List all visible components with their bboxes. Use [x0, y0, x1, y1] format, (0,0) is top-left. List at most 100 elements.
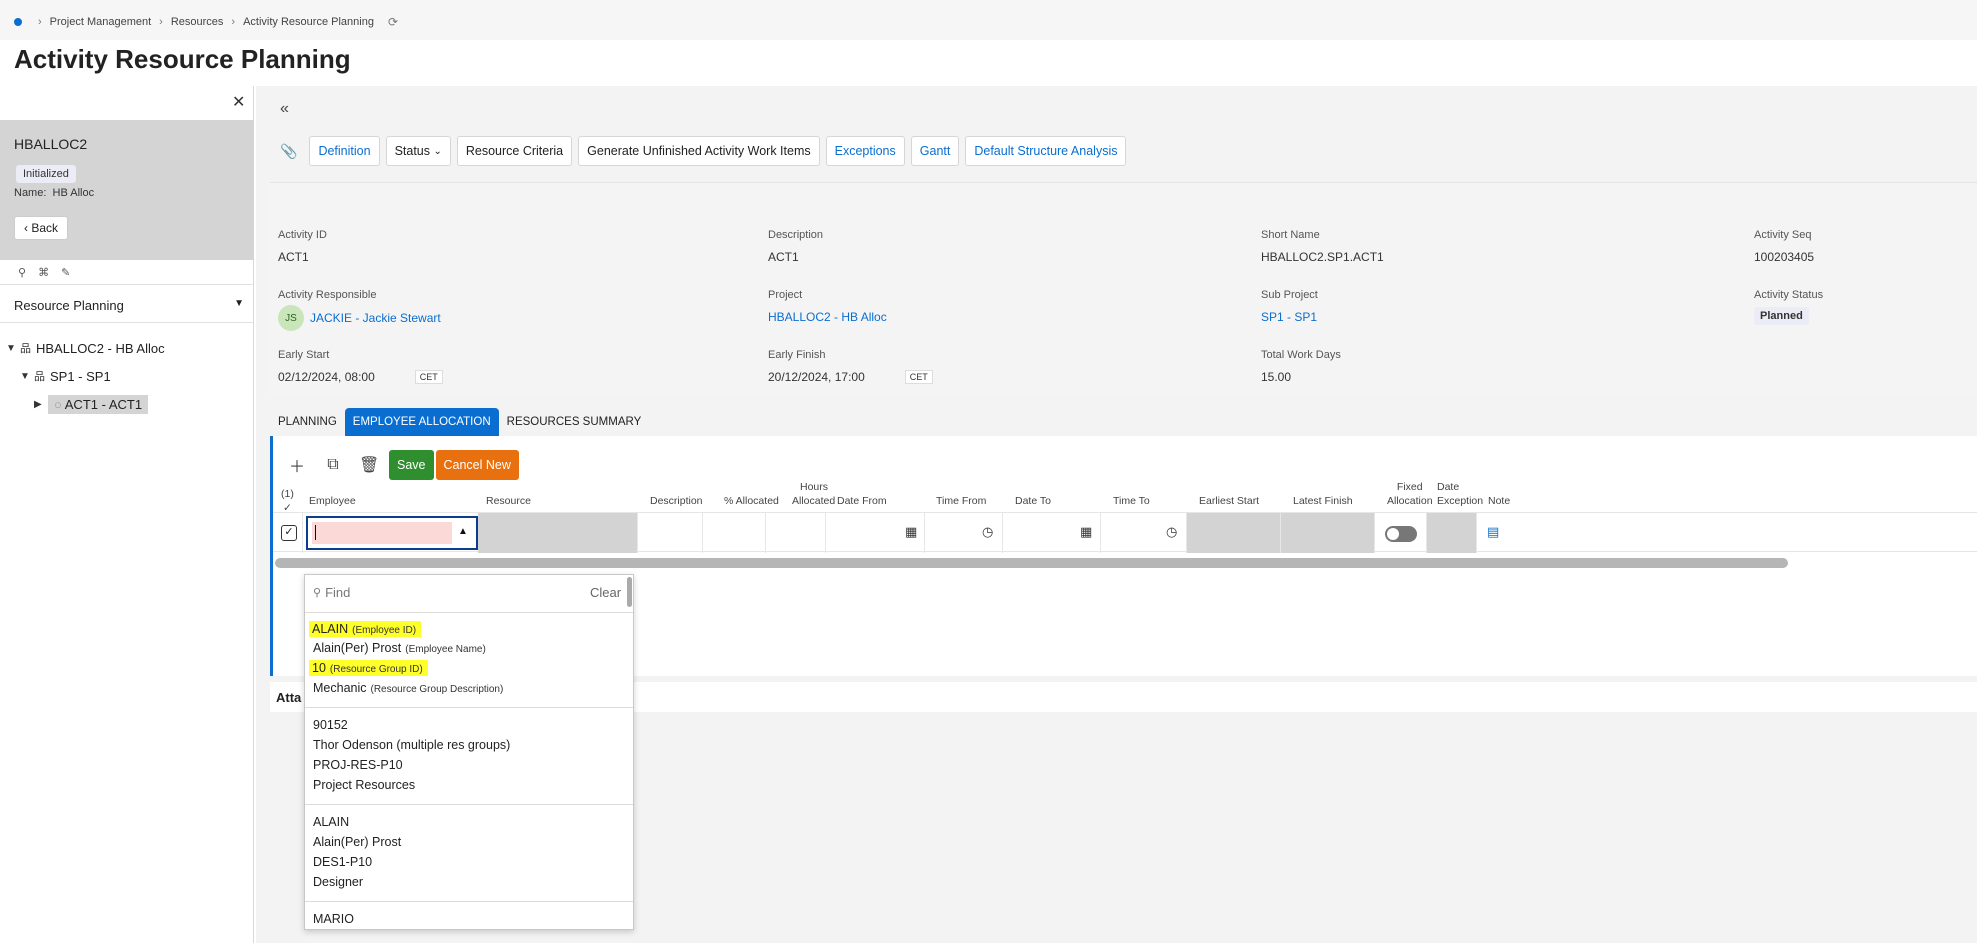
field-value: ACT1	[278, 250, 309, 264]
expand-icon[interactable]: ⌘	[38, 266, 49, 279]
col-header-earliest-start[interactable]: Earliest Start	[1199, 494, 1259, 508]
tab-resources-summary[interactable]: RESOURCES SUMMARY	[499, 408, 650, 436]
chevron-right-icon: ›	[159, 16, 163, 28]
status-menu-button[interactable]: Status ⌄	[385, 136, 451, 166]
tree-node-activity[interactable]: ▶ ○ ACT1 - ACT1	[6, 390, 165, 418]
col-header-date-exception[interactable]: Date Exception	[1437, 480, 1483, 508]
list-item-line: Mechanic (Resource Group Description)	[313, 681, 503, 695]
view-select[interactable]: Resource Planning ▼	[14, 298, 244, 313]
row-select-cell[interactable]: ✓	[273, 513, 303, 553]
col-header-employee[interactable]: Employee	[309, 494, 356, 508]
fixed-allocation-toggle[interactable]	[1385, 526, 1417, 542]
clock-icon[interactable]: ◷	[1166, 524, 1177, 540]
col-header-allocated[interactable]: % Allocated	[724, 494, 779, 508]
list-item-line: ALAIN	[313, 815, 350, 829]
list-item-line: 10 (Resource Group ID)	[309, 660, 428, 676]
field-label: Activity ID	[278, 229, 327, 241]
time-to-cell[interactable]: ◷	[1101, 513, 1187, 553]
caret-right-icon[interactable]: ▶	[34, 399, 48, 410]
col-header-fixed-allocation[interactable]: Fixed Allocation	[1387, 480, 1433, 508]
description-cell[interactable]	[638, 513, 703, 553]
field-early-finish: Early Finish 20/12/2024, 17:00 CET	[768, 349, 933, 384]
cancel-new-button[interactable]: Cancel New	[435, 450, 519, 480]
tree-node-project[interactable]: ▼ 品 HBALLOC2 - HB Alloc	[6, 334, 165, 362]
field-label: Activity Seq	[1754, 229, 1812, 241]
home-icon[interactable]	[14, 18, 22, 26]
field-description: Description ACT1	[768, 229, 823, 264]
selected-count: (1) ✓	[281, 487, 294, 515]
col-header-note[interactable]: Note	[1488, 494, 1510, 508]
date-from-cell[interactable]: ▦	[826, 513, 925, 553]
chevron-down-icon: ⌄	[433, 145, 442, 157]
col-header-latest-finish[interactable]: Latest Finish	[1293, 494, 1353, 508]
horizontal-scrollbar[interactable]	[275, 558, 1788, 568]
gantt-button[interactable]: Gantt	[910, 136, 960, 166]
col-header-date-from[interactable]: Date From	[837, 494, 887, 508]
close-icon[interactable]: ✕	[232, 92, 245, 112]
divider	[0, 322, 254, 323]
divider	[305, 901, 633, 902]
add-icon[interactable]: ＋	[287, 453, 307, 477]
project-link[interactable]: HBALLOC2 - HB Alloc	[768, 310, 887, 324]
responsible-link[interactable]: JACKIE - Jackie Stewart	[310, 311, 441, 325]
collapse-panel-icon[interactable]: «	[280, 100, 289, 118]
breadcrumb-item: Activity Resource Planning	[243, 16, 374, 28]
field-project: Project HBALLOC2 - HB Alloc	[768, 289, 887, 324]
default-structure-analysis-button[interactable]: Default Structure Analysis	[965, 136, 1127, 166]
duplicate-icon[interactable]: ⧉	[323, 456, 343, 474]
find-input[interactable]: ⚲ Find	[313, 585, 350, 600]
list-item-line: Alain(Per) Prost (Employee Name)	[313, 641, 486, 655]
hours-allocated-cell[interactable]	[766, 513, 826, 553]
resource-cell[interactable]	[478, 513, 638, 553]
field-label: Description	[768, 229, 824, 241]
search-icon: ⚲	[313, 587, 322, 599]
allocated-cell[interactable]	[703, 513, 766, 553]
dropdown-scrollbar[interactable]	[627, 577, 632, 607]
caret-down-icon[interactable]: ▼	[6, 343, 20, 354]
paperclip-icon[interactable]: 📎	[280, 143, 297, 160]
checkbox[interactable]: ✓	[281, 525, 297, 541]
employee-input-field[interactable]	[312, 522, 452, 544]
save-button[interactable]: Save	[389, 450, 434, 480]
clear-button[interactable]: Clear	[590, 585, 621, 600]
caret-down-icon[interactable]: ▼	[20, 371, 34, 382]
note-cell[interactable]: ▤	[1477, 513, 1537, 553]
tab-employee-allocation[interactable]: EMPLOYEE ALLOCATION	[344, 408, 499, 436]
pin-icon[interactable]: ⚲	[18, 266, 26, 279]
edit-icon[interactable]: ✎	[61, 266, 70, 279]
col-header-description[interactable]: Description	[650, 494, 703, 508]
tree-node-subproject[interactable]: ▼ 品 SP1 - SP1	[6, 362, 165, 390]
field-value[interactable]: JS JACKIE - Jackie Stewart	[278, 305, 441, 331]
refresh-icon[interactable]: ⟳	[388, 15, 398, 29]
col-header-time-from[interactable]: Time From	[936, 494, 986, 508]
avatar: JS	[278, 305, 304, 331]
chevron-left-icon: ‹	[24, 221, 28, 235]
date-to-cell[interactable]: ▦	[1003, 513, 1101, 553]
record-name-line: Name: HB Alloc	[14, 187, 94, 199]
breadcrumb-item[interactable]: Project Management	[50, 16, 152, 28]
resource-criteria-button[interactable]: Resource Criteria	[456, 136, 573, 166]
col-header-date-to[interactable]: Date To	[1015, 494, 1051, 508]
caret-up-icon[interactable]: ▲	[458, 526, 468, 537]
exceptions-button[interactable]: Exceptions	[825, 136, 905, 166]
back-button[interactable]: ‹ Back	[14, 216, 69, 240]
col-header-resource[interactable]: Resource	[486, 494, 531, 508]
breadcrumb-item[interactable]: Resources	[171, 16, 224, 28]
col-header-time-to[interactable]: Time To	[1113, 494, 1150, 508]
tab-planning[interactable]: PLANNING	[270, 408, 345, 436]
time-from-cell[interactable]: ◷	[925, 513, 1003, 553]
match-type: (Resource Group Description)	[370, 684, 504, 695]
calendar-icon[interactable]: ▦	[1080, 524, 1092, 540]
fixed-allocation-line1: Fixed	[1396, 481, 1423, 493]
highlight-match: ALAIN (Employee ID)	[309, 621, 422, 637]
generate-work-items-button[interactable]: Generate Unfinished Activity Work Items	[578, 136, 820, 166]
definition-button[interactable]: Definition	[309, 136, 380, 166]
field-label: Short Name	[1261, 229, 1320, 241]
note-icon[interactable]: ▤	[1487, 524, 1499, 540]
trash-icon[interactable]: 🗑	[359, 455, 379, 475]
clock-icon[interactable]: ◷	[982, 524, 993, 540]
calendar-icon[interactable]: ▦	[905, 524, 917, 540]
col-header-hours-allocated[interactable]: Hours Allocated	[792, 480, 835, 508]
sub-project-link[interactable]: SP1 - SP1	[1261, 310, 1318, 324]
employee-input[interactable]: ▲	[306, 516, 478, 550]
